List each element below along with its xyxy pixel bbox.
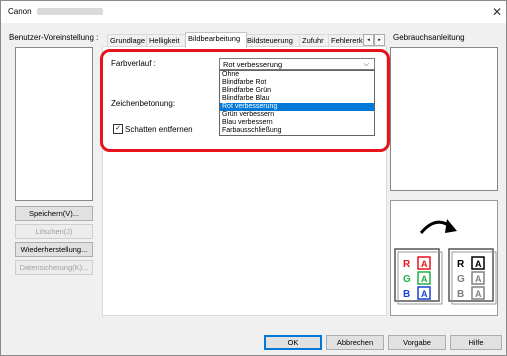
ok-button[interactable]: OK <box>264 335 322 350</box>
tab-scroll-right-icon[interactable]: ▸ <box>374 34 385 46</box>
help-illustration-panel: R A G A B A R A G A B A <box>390 200 498 316</box>
user-settings-label: Benutzer-Voreinstellung : <box>9 33 99 42</box>
dropdown-option-selected[interactable]: Rot verbesserung <box>220 103 374 111</box>
svg-text:A: A <box>475 289 482 299</box>
help-button[interactable]: Hilfe <box>450 335 502 350</box>
after-letter-b: B <box>457 289 464 300</box>
help-panel-label: Gebrauchsanleitung <box>393 33 465 42</box>
dropdown-option[interactable]: Grün verbessern <box>220 111 374 119</box>
close-icon[interactable]: ✕ <box>489 4 505 20</box>
edge-emphasis-label: Zeichenbetonung: <box>111 99 176 108</box>
before-after-illustration: R A G A B A R A G A B A <box>394 219 497 305</box>
svg-text:A: A <box>475 259 482 269</box>
backup-settings-button[interactable]: Datensicherung(K)... <box>15 260 93 275</box>
tab-bildbearbeitung[interactable]: Bildbearbeitung <box>185 32 247 48</box>
before-letter-g: G <box>403 274 411 285</box>
color-drop-label: Farbverlauf : <box>111 59 156 68</box>
window-title-obscured <box>37 8 103 15</box>
svg-text:A: A <box>421 289 428 299</box>
dropdown-option[interactable]: Farbausschließung <box>220 127 374 135</box>
user-settings-list[interactable] <box>15 47 93 201</box>
dropdown-option[interactable]: Blindfarbe Rot <box>220 79 374 87</box>
cancel-button[interactable]: Abbrechen <box>326 335 384 350</box>
tab-scroll-left-icon[interactable]: ◂ <box>363 34 374 46</box>
dropdown-option[interactable]: Blindfarbe Blau <box>220 95 374 103</box>
svg-text:A: A <box>421 259 428 269</box>
dialog-window: Canon ✕ Benutzer-Voreinstellung : Speich… <box>0 0 507 356</box>
color-drop-dropdown-list[interactable]: Ohne Blindfarbe Rot Blindfarbe Grün Blin… <box>219 70 375 136</box>
window-title: Canon <box>8 7 32 16</box>
after-letter-r: R <box>457 259 465 270</box>
dropdown-option[interactable]: Ohne <box>220 71 374 79</box>
color-drop-select[interactable]: Rot verbesserung ⌵ <box>219 58 375 70</box>
dropdown-option[interactable]: Blindfarbe Grün <box>220 87 374 95</box>
after-letter-g: G <box>457 274 465 285</box>
before-letter-b: B <box>403 289 410 300</box>
save-settings-button[interactable]: Speichern(V)... <box>15 206 93 221</box>
restore-settings-button[interactable]: Wiederherstellung... <box>15 242 93 257</box>
delete-settings-button[interactable]: Löschen(J) <box>15 224 93 239</box>
svg-text:A: A <box>421 274 428 284</box>
default-button[interactable]: Vorgabe <box>388 335 446 350</box>
shadow-remove-checkbox[interactable]: ✓ <box>113 124 123 134</box>
shadow-remove-label[interactable]: Schatten entfernen <box>125 125 193 134</box>
checkmark-icon: ✓ <box>115 125 121 132</box>
title-bar: Canon ✕ <box>1 1 506 23</box>
svg-text:A: A <box>475 274 482 284</box>
color-drop-value: Rot verbesserung <box>223 60 283 69</box>
help-text-panel <box>390 47 498 191</box>
before-letter-r: R <box>403 259 411 270</box>
dropdown-option[interactable]: Blau verbessern <box>220 119 374 127</box>
